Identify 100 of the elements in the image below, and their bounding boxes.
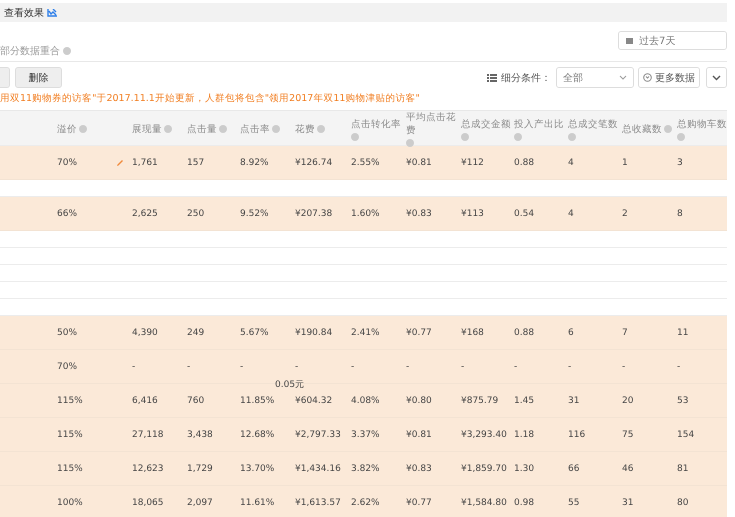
table-cell: ¥2,797.33	[295, 430, 341, 440]
help-icon[interactable]	[317, 125, 325, 133]
table-cell: 8	[677, 208, 683, 218]
table-cell: 9.52%	[240, 208, 269, 218]
table-cell: 20	[622, 396, 634, 406]
more-data-button[interactable]: 更多数据	[638, 67, 700, 88]
table-cell: 7	[622, 328, 628, 338]
table-cell: -	[240, 362, 244, 372]
table-cell: ¥875.79	[461, 396, 498, 406]
help-icon[interactable]	[461, 132, 469, 140]
table-cell: ¥604.32	[295, 396, 332, 406]
table-cell: ¥0.77	[406, 498, 432, 508]
table-cell: ¥1,434.16	[295, 464, 341, 474]
table-cell: 5.67%	[240, 328, 269, 338]
table-cell: 70%	[57, 362, 78, 372]
table-cell: ¥190.84	[295, 328, 332, 338]
table-cell: 1.30	[514, 464, 534, 474]
table-cell: 115%	[57, 464, 83, 474]
table-cell: 0.88	[514, 328, 534, 338]
table-cell: 11.85%	[240, 396, 274, 406]
table-cell: 1	[622, 158, 628, 168]
list-icon	[487, 74, 497, 82]
table-cell: 100%	[57, 498, 83, 508]
column-header: 总成交笔数	[568, 118, 618, 130]
table-cell: -	[295, 362, 298, 372]
table-cell: 80	[677, 498, 688, 508]
delete-button[interactable]: 删除	[15, 67, 62, 88]
table-cell: ¥207.38	[295, 208, 332, 218]
table-cell: 154	[677, 430, 694, 440]
table-cell: 3	[677, 158, 683, 168]
table-cell: ¥0.83	[406, 208, 432, 218]
button[interactable]	[0, 67, 10, 88]
filter-select[interactable]: 全部	[556, 67, 634, 88]
column-header: 点击量	[187, 122, 217, 136]
table-cell: 46	[622, 464, 634, 474]
help-icon[interactable]	[63, 47, 71, 55]
table-cell: 31	[568, 396, 580, 406]
help-icon[interactable]	[79, 125, 87, 133]
expand-button[interactable]	[706, 67, 727, 88]
help-icon[interactable]	[351, 132, 359, 140]
table-cell: 81	[677, 464, 688, 474]
chevron-down-icon	[712, 74, 721, 80]
filter-label: 细分条件：	[501, 72, 551, 84]
table-cell: 2,625	[132, 208, 158, 218]
chevron-down-icon	[619, 75, 627, 80]
note-text: 0.05元	[275, 378, 304, 390]
table-cell: 250	[187, 208, 204, 218]
column-header: 总成交金额	[461, 118, 511, 130]
help-icon[interactable]	[272, 125, 280, 133]
table-cell: 1.18	[514, 430, 534, 440]
help-icon[interactable]	[219, 125, 227, 133]
table-cell: 2	[622, 208, 628, 218]
help-icon[interactable]	[164, 125, 172, 133]
help-icon[interactable]	[406, 139, 414, 147]
table-cell: 2.41%	[351, 328, 380, 338]
table-cell: ¥0.81	[406, 158, 432, 168]
table-cell: 760	[187, 396, 204, 406]
table-cell: 0.98	[514, 498, 534, 508]
table-cell: -	[132, 362, 136, 372]
table-cell: ¥0.83	[406, 464, 432, 474]
help-icon[interactable]	[568, 132, 576, 140]
table-cell: -	[622, 362, 626, 372]
chart-icon[interactable]	[47, 8, 57, 16]
table-cell: 12.68%	[240, 430, 274, 440]
table-cell: 1.60%	[351, 208, 380, 218]
table-cell: 11.61%	[240, 498, 274, 508]
table-cell: 27,118	[132, 430, 164, 440]
table-cell: -	[568, 362, 572, 372]
column-header: 总收藏数	[622, 122, 662, 136]
table-cell: 18,065	[132, 498, 164, 508]
column-header: 总购物车数	[677, 118, 727, 130]
header-title: 查看效果	[4, 6, 44, 20]
table-cell: 55	[568, 498, 580, 508]
table-cell: 2,097	[187, 498, 213, 508]
table-cell: 3,438	[187, 430, 213, 440]
table-cell: -	[406, 362, 410, 372]
pencil-icon[interactable]	[116, 158, 124, 166]
table-cell: 75	[622, 430, 634, 440]
date-field[interactable]: 过去7天	[618, 31, 727, 50]
table-cell: ¥1,859.70	[461, 464, 507, 474]
table-cell: ¥0.81	[406, 430, 432, 440]
table-cell: 3.37%	[351, 430, 380, 440]
circle-icon	[643, 73, 652, 82]
table-cell: ¥168	[461, 328, 484, 338]
column-header: 投入产出比	[514, 118, 564, 130]
table-cell: 3.82%	[351, 464, 380, 474]
table-cell: 50%	[57, 328, 78, 338]
help-icon[interactable]	[514, 132, 522, 140]
table-cell: 6	[568, 328, 574, 338]
table-cell: ¥126.74	[295, 158, 332, 168]
table-cell: ¥113	[461, 208, 484, 218]
table-cell: -	[461, 362, 464, 372]
table-cell: -	[187, 362, 190, 372]
column-header: 点击率	[240, 122, 270, 136]
table-cell: 4.08%	[351, 396, 380, 406]
table-cell: 0.54	[514, 208, 534, 218]
column-header: 点击转化率	[351, 118, 401, 130]
table-cell: 1,729	[187, 464, 213, 474]
table-cell: 1,761	[132, 158, 158, 168]
table-cell: 4	[568, 208, 574, 218]
